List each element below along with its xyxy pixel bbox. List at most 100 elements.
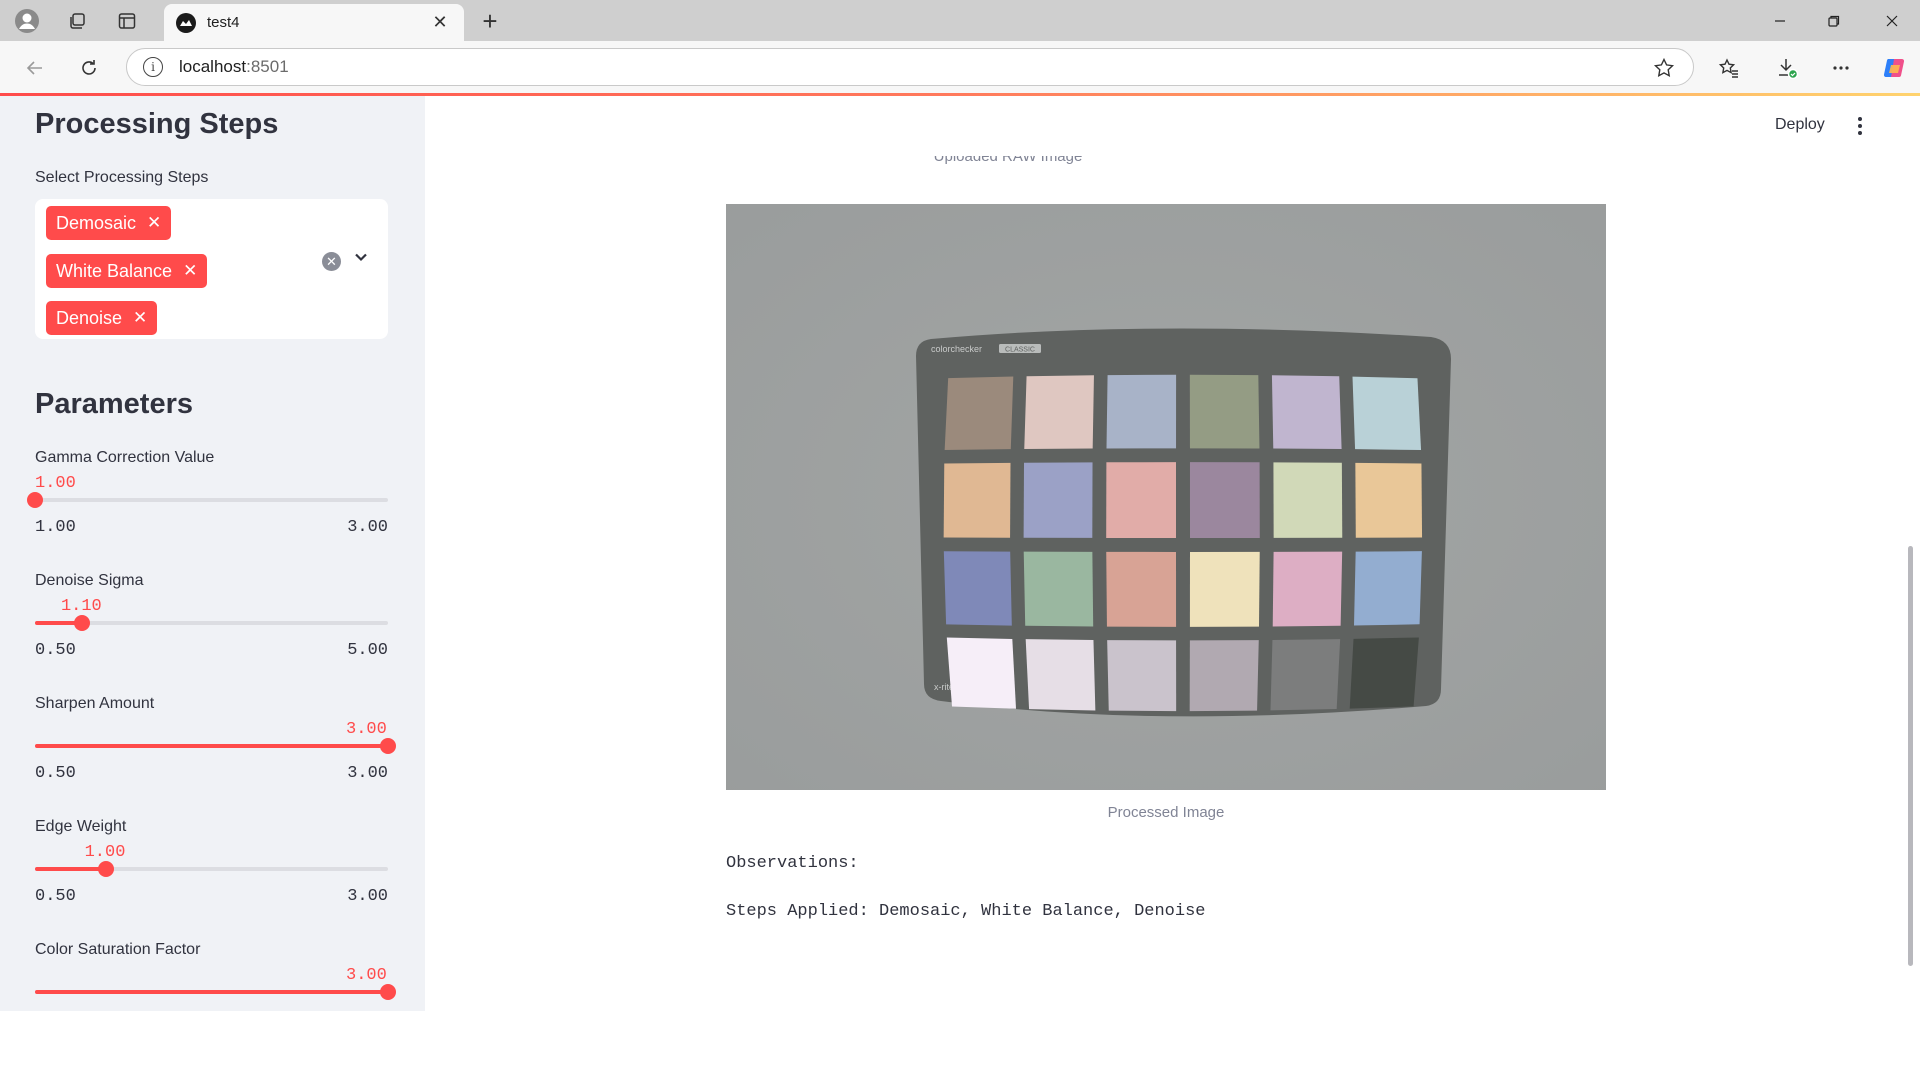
slider-label: Sharpen Amount (35, 695, 155, 712)
favorites-icon[interactable] (1712, 51, 1746, 85)
profile-icon[interactable] (12, 6, 42, 36)
color-patch (943, 462, 1011, 538)
uploaded-image-caption: Uploaded RAW Image (933, 156, 1083, 165)
color-patch (1189, 374, 1260, 449)
address-bar: i localhost:8501 (0, 41, 1920, 93)
color-patch (1107, 640, 1177, 712)
slider-min: 0.50 (35, 641, 76, 660)
slider-track[interactable] (35, 738, 396, 754)
slider-label: Edge Weight (35, 818, 127, 835)
color-patch (1023, 462, 1093, 538)
kebab-menu-icon[interactable] (1855, 114, 1865, 138)
slider-thumb[interactable] (97, 861, 114, 877)
color-patch (1189, 462, 1260, 538)
close-window-icon[interactable] (1864, 0, 1920, 41)
parameters-heading: Parameters (35, 388, 193, 420)
clear-all-icon[interactable]: ✕ (322, 252, 341, 271)
deploy-button[interactable]: Deploy (1775, 116, 1825, 134)
new-tab-icon[interactable]: + (474, 6, 506, 36)
chip-remove-icon[interactable]: ✕ (133, 308, 147, 328)
steps-applied-text: Steps Applied: Demosaic, White Balance, … (726, 902, 1206, 921)
select-steps-label: Select Processing Steps (35, 169, 209, 186)
slider-max: 5.00 (347, 641, 388, 660)
workspaces-icon[interactable] (62, 6, 92, 36)
color-patch (1025, 639, 1096, 711)
scrollbar[interactable] (1908, 546, 1913, 966)
favorite-star-icon[interactable] (1653, 57, 1675, 84)
color-patch (1189, 551, 1260, 627)
downloads-icon[interactable] (1770, 51, 1804, 85)
tab-title: test4 (207, 14, 240, 31)
slider-thumb[interactable] (27, 492, 43, 508)
tab-actions-icon[interactable] (112, 6, 142, 36)
color-patch (1272, 551, 1343, 627)
edge-weight-slider[interactable]: 1.00 0.50 3.00 (35, 843, 388, 953)
chip-denoise[interactable]: Denoise ✕ (46, 301, 158, 335)
slider-min: 1.00 (35, 518, 76, 537)
color-patch (1023, 551, 1094, 627)
main-content: Deploy Uploaded RAW Image colorchecker C… (425, 96, 1920, 1011)
gamma-slider[interactable]: 1.00 1.00 3.00 (27, 474, 388, 584)
slider-thumb[interactable] (380, 984, 396, 1000)
checker-brand: colorchecker (931, 344, 982, 354)
slider-thumb[interactable] (380, 738, 396, 754)
slider-track[interactable] (35, 615, 388, 631)
denoise-sigma-slider[interactable]: 1.10 0.50 5.00 (35, 597, 388, 707)
slider-max: 3.00 (347, 764, 388, 783)
slider-track[interactable] (35, 861, 388, 877)
slider-track[interactable] (27, 492, 388, 508)
slider-value: 1.00 (35, 474, 76, 493)
color-patch (1106, 551, 1177, 627)
slider-value: 3.00 (346, 966, 387, 985)
tab-close-icon[interactable]: ✕ (428, 12, 452, 33)
chevron-down-icon[interactable] (353, 249, 369, 270)
url-field[interactable]: i localhost:8501 (126, 48, 1694, 86)
color-patch (1270, 639, 1341, 711)
color-patch (1271, 375, 1342, 450)
minimize-icon[interactable] (1752, 0, 1808, 41)
chip-remove-icon[interactable]: ✕ (147, 213, 161, 233)
streamlit-favicon-icon (176, 12, 196, 33)
color-patch (944, 376, 1014, 450)
processing-steps-multiselect[interactable]: Demosaic ✕ White Balance ✕ Denoise ✕ ✕ (35, 199, 388, 339)
color-patch (1024, 375, 1094, 450)
chip-remove-icon[interactable]: ✕ (183, 261, 197, 281)
slider-value: 1.00 (84, 843, 126, 862)
checker-brand-tag: CLASSIC (1005, 347, 1035, 354)
processed-image-caption: Processed Image (1107, 804, 1225, 821)
color-patch (1273, 462, 1343, 538)
slider-label: Denoise Sigma (35, 572, 144, 589)
slider-value: 1.10 (60, 597, 102, 616)
refresh-icon[interactable] (72, 51, 106, 85)
url-text: localhost:8501 (179, 57, 289, 76)
color-patch (1106, 374, 1177, 449)
slider-max: 3.00 (347, 887, 388, 906)
site-info-icon[interactable]: i (143, 57, 163, 77)
restore-icon[interactable] (1806, 0, 1862, 41)
color-patch (946, 637, 1017, 709)
browser-tab[interactable]: test4 ✕ (164, 4, 464, 41)
chip-white-balance[interactable]: White Balance ✕ (46, 254, 208, 288)
color-patch (1106, 462, 1177, 538)
chip-demosaic[interactable]: Demosaic ✕ (46, 206, 172, 240)
slider-track[interactable] (35, 984, 396, 1000)
slider-thumb[interactable] (73, 615, 90, 631)
sharpen-amount-slider[interactable]: 3.00 0.50 3.00 (35, 720, 396, 830)
sidebar: Processing Steps Select Processing Steps… (0, 96, 425, 1011)
slider-value: 3.00 (346, 720, 387, 739)
color-patch (1349, 637, 1419, 709)
back-icon[interactable] (18, 51, 52, 85)
slider-label: Gamma Correction Value (35, 449, 215, 466)
more-menu-icon[interactable] (1824, 51, 1858, 85)
color-saturation-slider[interactable]: 3.00 (35, 966, 396, 1076)
color-patch (1189, 640, 1259, 712)
processed-image: colorchecker CLASSIC x-rite (726, 204, 1606, 790)
copilot-icon[interactable] (1878, 51, 1912, 85)
browser-tab-bar: test4 ✕ + (0, 0, 1920, 41)
slider-label: Color Saturation Factor (35, 941, 201, 958)
color-patch (1354, 551, 1422, 626)
processing-steps-heading: Processing Steps (35, 108, 279, 140)
observations-label: Observations: (726, 854, 859, 873)
color-checker-photo: colorchecker CLASSIC x-rite (726, 204, 1606, 790)
color-patch (1355, 462, 1423, 538)
